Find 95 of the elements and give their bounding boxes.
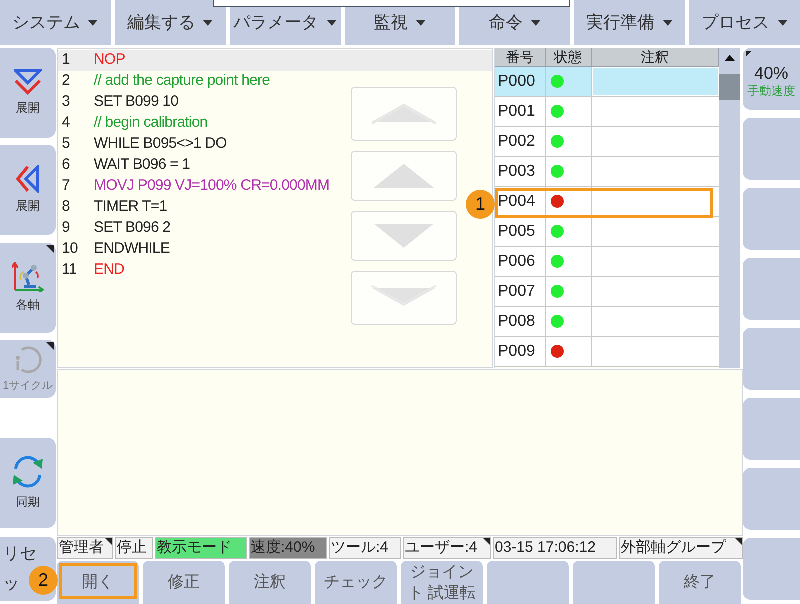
table-cell: P007: [495, 277, 546, 306]
status-field: 03-15 17:06:12: [493, 537, 617, 560]
corner-mark-icon: [46, 245, 54, 253]
table-row[interactable]: P002: [495, 127, 719, 157]
corner-mark-icon: [746, 51, 752, 57]
line-number: 6: [61, 155, 71, 176]
line-number: 7: [61, 176, 71, 196]
line-number: 5: [61, 134, 71, 154]
code-line[interactable]: NOP: [94, 49, 126, 72]
line-number: 9: [61, 218, 71, 238]
code-line[interactable]: ENDWHILE: [94, 238, 170, 261]
side-button[interactable]: 同期: [0, 438, 56, 528]
soft-key[interactable]: チェック: [315, 561, 397, 604]
status-field: ツール:4: [329, 537, 401, 560]
code-line[interactable]: SET B096 2: [94, 217, 171, 240]
sync-icon: [11, 455, 45, 489]
caret-icon: [778, 20, 788, 26]
blank-button[interactable]: [743, 468, 800, 530]
caret-icon: [326, 20, 337, 26]
blank-button[interactable]: [743, 188, 800, 250]
blank-button[interactable]: [743, 398, 800, 460]
table-row[interactable]: P003: [495, 157, 719, 187]
menu-tab[interactable]: 実行準備: [574, 0, 686, 45]
blank-button[interactable]: [743, 538, 800, 600]
line-number: 11: [61, 260, 78, 280]
status-field: 教示モード: [155, 537, 247, 560]
scroll-button[interactable]: [351, 87, 457, 141]
table-cell: P005: [495, 217, 546, 246]
scrollbar[interactable]: [719, 48, 740, 368]
column-header: 状態: [546, 48, 592, 66]
caret-icon: [530, 20, 541, 26]
side-button[interactable]: 各軸: [0, 243, 56, 333]
line-number: 2: [61, 71, 71, 92]
code-line[interactable]: SET B099 10: [94, 91, 179, 114]
table-row[interactable]: P009: [495, 337, 719, 367]
caret-icon: [662, 20, 673, 26]
soft-key[interactable]: 修正: [143, 561, 225, 604]
caret-icon: [416, 20, 426, 26]
scroll-button[interactable]: [351, 271, 457, 325]
corner-mark-icon: [735, 538, 742, 546]
caret-icon: [203, 20, 214, 26]
scroll-thumb[interactable]: [719, 74, 740, 100]
table-cell: P009: [495, 337, 546, 366]
menu-tab[interactable]: プロセス: [689, 0, 800, 45]
caret-icon: [88, 20, 98, 26]
double-chevron-left-icon: [16, 165, 40, 193]
table-cell: P006: [495, 247, 546, 276]
line-number: 4: [61, 113, 71, 134]
blank-button[interactable]: [487, 561, 569, 604]
status-field: 管理者: [57, 537, 113, 560]
table-cell: P008: [495, 307, 546, 336]
blank-button[interactable]: [573, 561, 655, 604]
scroll-button[interactable]: [351, 211, 457, 261]
speed-button[interactable]: 40% 手動速度: [743, 48, 800, 110]
corner-mark-icon: [46, 342, 54, 350]
menu-tab[interactable]: システム: [0, 0, 111, 45]
line-number: 8: [61, 197, 71, 218]
soft-key[interactable]: 注釈: [229, 561, 311, 604]
line-number: 1: [61, 50, 71, 70]
exit-button[interactable]: 終了: [659, 561, 741, 604]
robot-axes-icon: [12, 262, 44, 292]
double-chevron-down-icon: [14, 69, 42, 95]
code-line[interactable]: TIMER T=1: [94, 196, 168, 219]
table-row[interactable]: P006: [495, 247, 719, 277]
line-number: 10: [61, 239, 79, 260]
scroll-up-icon[interactable]: [725, 55, 735, 61]
code-line[interactable]: WAIT B096 = 1: [94, 154, 190, 177]
table-cell: P002: [495, 127, 546, 156]
code-line[interactable]: MOVJ P099 VJ=100% CR=0.000MM: [94, 175, 330, 198]
blank-button[interactable]: [743, 118, 800, 180]
code-line[interactable]: END: [94, 259, 124, 282]
table-cell: P001: [495, 97, 546, 126]
table-row[interactable]: P001: [495, 97, 719, 127]
code-line[interactable]: WHILE B095<>1 DO: [94, 133, 227, 156]
side-button[interactable]: 展開: [0, 145, 56, 235]
blank-button[interactable]: [743, 328, 800, 390]
corner-mark-icon: [105, 538, 112, 546]
menu-tab[interactable]: 編集する: [114, 0, 226, 45]
side-button[interactable]: 展開: [0, 48, 56, 138]
status-field: 外部軸グループ: [619, 537, 743, 560]
table-cell: P003: [495, 157, 546, 186]
line-number: 3: [61, 92, 71, 112]
soft-key[interactable]: ジョイント 試運転: [401, 561, 483, 604]
corner-mark-icon: [483, 538, 490, 546]
table-row[interactable]: P008: [495, 307, 719, 337]
status-field: ユーザー:4: [403, 537, 491, 560]
table-row[interactable]: P005: [495, 217, 719, 247]
status-field: 停止: [115, 537, 153, 560]
scroll-button[interactable]: [351, 151, 457, 201]
blank-button[interactable]: [743, 258, 800, 320]
table-row[interactable]: P007: [495, 277, 719, 307]
column-header: 番号: [495, 48, 546, 66]
table-cell: P000: [495, 67, 546, 96]
table-row[interactable]: P000: [495, 67, 719, 97]
status-field: 速度:40%: [249, 537, 327, 560]
